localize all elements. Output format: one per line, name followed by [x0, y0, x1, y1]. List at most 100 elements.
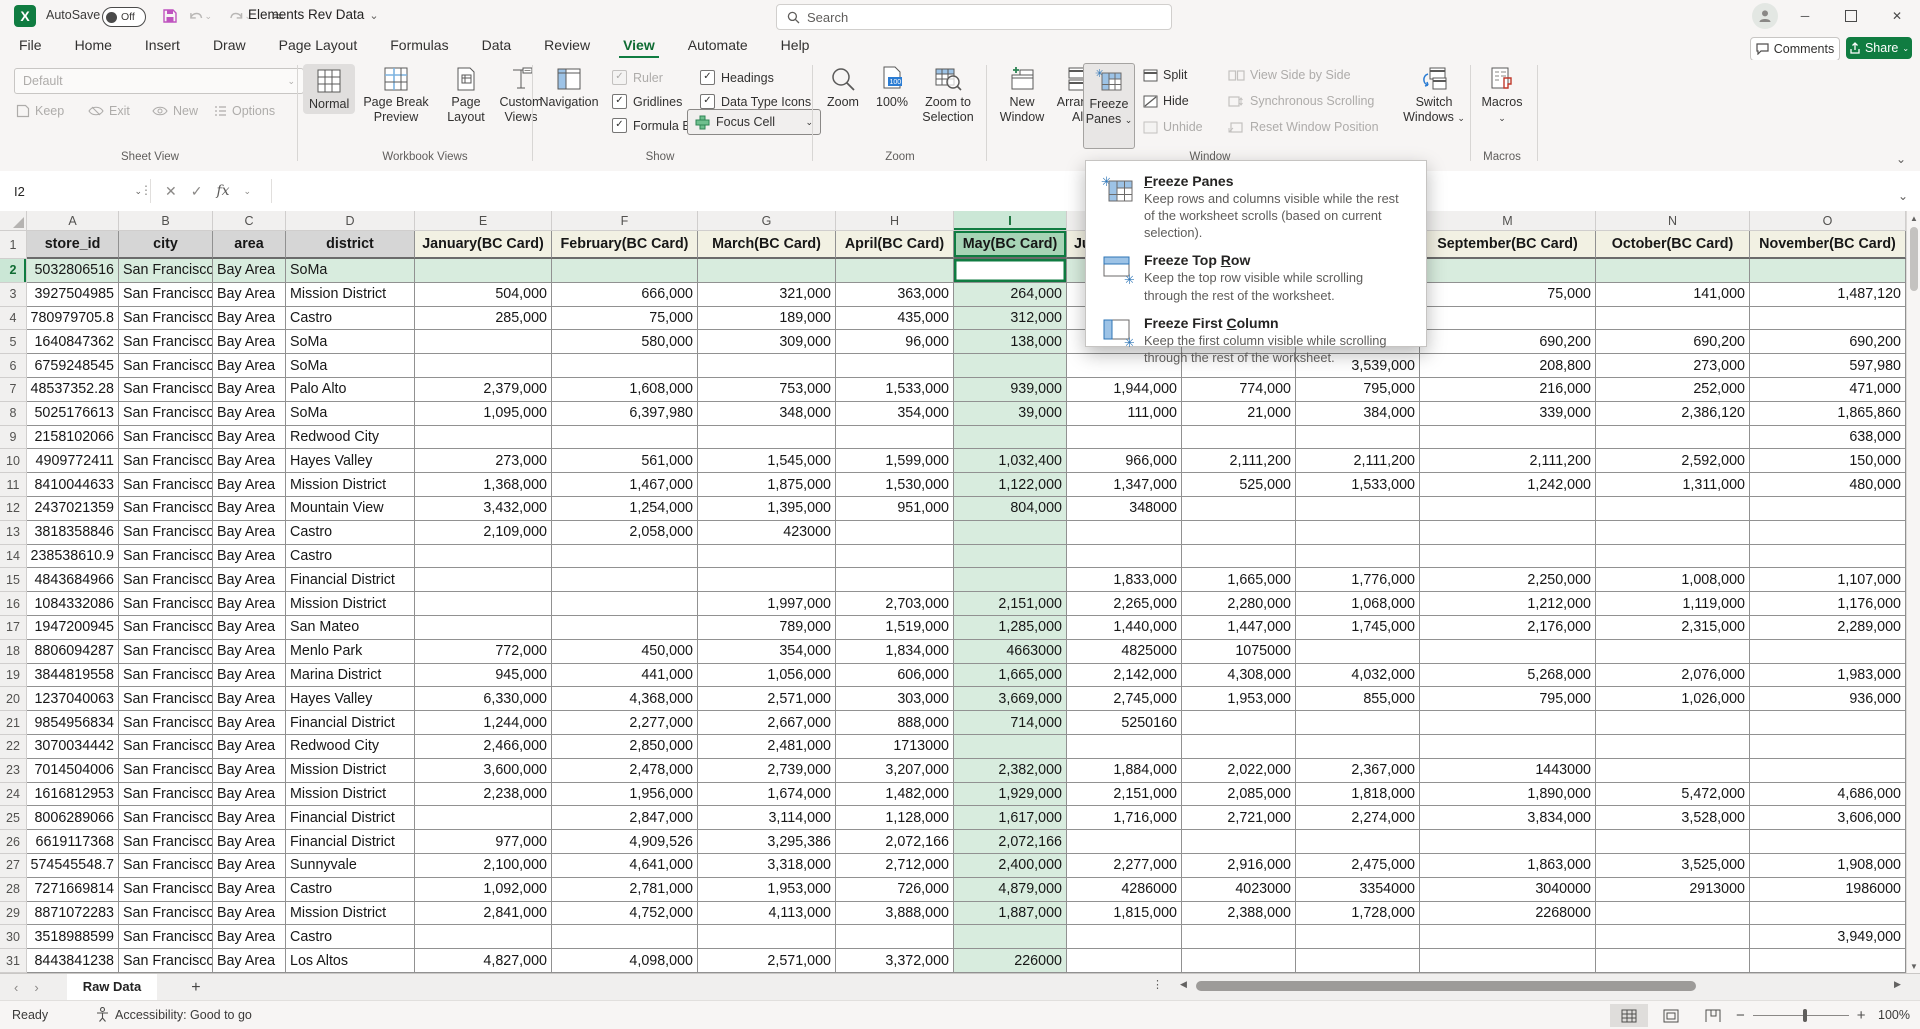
cell[interactable]: 1,482,000	[836, 783, 954, 807]
cell[interactable]: 1,368,000	[415, 473, 552, 497]
cell[interactable]: Bay Area	[213, 806, 286, 830]
cell[interactable]: 3,207,000	[836, 759, 954, 783]
cell[interactable]: Mission District	[286, 783, 415, 807]
row-number[interactable]: 14	[0, 545, 27, 569]
cell[interactable]: 2,238,000	[415, 783, 552, 807]
cell[interactable]: 2,022,000	[1182, 759, 1296, 783]
cell[interactable]	[552, 568, 698, 592]
cell[interactable]: 2,379,000	[415, 378, 552, 402]
row-number[interactable]: 25	[0, 806, 27, 830]
cell[interactable]: 1,863,000	[1420, 854, 1596, 878]
view-side-by-side-button[interactable]: View Side by Side	[1228, 68, 1351, 82]
cell[interactable]: 1,107,000	[1750, 568, 1906, 592]
tab-view[interactable]: View	[621, 34, 657, 58]
cell[interactable]: 441,000	[552, 664, 698, 688]
cell[interactable]	[1067, 545, 1182, 569]
tab-page-layout[interactable]: Page Layout	[277, 34, 360, 58]
cell[interactable]	[1182, 925, 1296, 949]
cell[interactable]: 1,617,000	[954, 806, 1067, 830]
cell[interactable]: Castro	[286, 545, 415, 569]
chevron-down-icon[interactable]: ⌄	[244, 186, 252, 197]
cell[interactable]: 2,277,000	[1067, 854, 1182, 878]
tab-help[interactable]: Help	[779, 34, 812, 58]
cell[interactable]	[1750, 545, 1906, 569]
cell[interactable]: San Francisco	[119, 830, 213, 854]
cell[interactable]: 1,032,400	[954, 449, 1067, 473]
formula-input[interactable]	[270, 179, 1870, 203]
headings-checkbox[interactable]: ✓ Headings	[700, 70, 774, 85]
row-number[interactable]: 12	[0, 497, 27, 521]
cell[interactable]: 1,395,000	[698, 497, 836, 521]
cell[interactable]: 753,000	[698, 378, 836, 402]
row-number[interactable]: 2	[0, 259, 27, 283]
sheet-view-dropdown[interactable]: Default ⌄	[14, 68, 304, 94]
cell[interactable]: Bay Area	[213, 878, 286, 902]
cell[interactable]: Palo Alto	[286, 378, 415, 402]
cell[interactable]: Bay Area	[213, 616, 286, 640]
cell[interactable]: San Francisco	[119, 449, 213, 473]
zoom-slider[interactable]	[1753, 1015, 1849, 1016]
status-page-layout-button[interactable]	[1652, 1004, 1690, 1027]
cell[interactable]: 3,669,000	[954, 687, 1067, 711]
cell[interactable]: Bay Area	[213, 426, 286, 450]
cell[interactable]	[1182, 545, 1296, 569]
cell[interactable]: 951,000	[836, 497, 954, 521]
zoom-percentage[interactable]: 100%	[1878, 1008, 1910, 1022]
cell[interactable]: 2,072,166	[836, 830, 954, 854]
synchronous-scrolling-button[interactable]: Synchronous Scrolling	[1228, 94, 1374, 108]
cell[interactable]: 772,000	[415, 640, 552, 664]
cell[interactable]: 2,289,000	[1750, 616, 1906, 640]
cell[interactable]: 4,032,000	[1296, 664, 1420, 688]
cell[interactable]: 309,000	[698, 330, 836, 354]
cell[interactable]: 1,944,000	[1067, 378, 1182, 402]
cell[interactable]: 1,884,000	[1067, 759, 1182, 783]
cell[interactable]: Bay Area	[213, 592, 286, 616]
header-cell[interactable]: October(BC Card)	[1596, 231, 1750, 259]
cancel-icon[interactable]: ✕	[165, 183, 177, 200]
cell[interactable]: 2,076,000	[1596, 664, 1750, 688]
cell[interactable]: 5032806516	[27, 259, 119, 283]
cell[interactable]: 1,818,000	[1296, 783, 1420, 807]
cell[interactable]: 2,739,000	[698, 759, 836, 783]
cell[interactable]: 774,000	[1182, 378, 1296, 402]
cell[interactable]: 2,085,000	[1182, 783, 1296, 807]
cell[interactable]	[1182, 497, 1296, 521]
cell[interactable]: Bay Area	[213, 402, 286, 426]
cell[interactable]: 1237040063	[27, 687, 119, 711]
cell[interactable]: San Francisco	[119, 330, 213, 354]
cell[interactable]: 1,122,000	[954, 473, 1067, 497]
cell[interactable]	[1420, 735, 1596, 759]
cell[interactable]: 1,833,000	[1067, 568, 1182, 592]
cell[interactable]: 8871072283	[27, 902, 119, 926]
row-number[interactable]: 29	[0, 902, 27, 926]
cell[interactable]: Bay Area	[213, 568, 286, 592]
cell[interactable]: 2,109,000	[415, 521, 552, 545]
cell[interactable]: San Francisco	[119, 354, 213, 378]
cell[interactable]	[1420, 830, 1596, 854]
cell[interactable]: 2,382,000	[954, 759, 1067, 783]
cell[interactable]	[954, 735, 1067, 759]
cell[interactable]	[1296, 735, 1420, 759]
zoom-button[interactable]: Zoom	[820, 66, 866, 110]
cell[interactable]	[1182, 711, 1296, 735]
cell[interactable]: 2,703,000	[836, 592, 954, 616]
cell[interactable]: San Mateo	[286, 616, 415, 640]
cell[interactable]: 1,487,120	[1750, 283, 1906, 307]
cell[interactable]: 1,095,000	[415, 402, 552, 426]
cell[interactable]: 525,000	[1182, 473, 1296, 497]
cell[interactable]: 1,519,000	[836, 616, 954, 640]
cell[interactable]: 2,400,000	[954, 854, 1067, 878]
cell[interactable]	[954, 354, 1067, 378]
cell[interactable]: Castro	[286, 521, 415, 545]
hide-button[interactable]: Hide	[1143, 94, 1189, 108]
cell[interactable]: 690,200	[1420, 330, 1596, 354]
cell[interactable]: 1616812953	[27, 783, 119, 807]
cell[interactable]	[836, 545, 954, 569]
collapse-ribbon-button[interactable]: ⌄	[1896, 152, 1906, 166]
header-cell[interactable]: city	[119, 231, 213, 259]
cell[interactable]: 1,953,000	[698, 878, 836, 902]
cell[interactable]: 1,092,000	[415, 878, 552, 902]
cell[interactable]	[1420, 521, 1596, 545]
reset-window-position-button[interactable]: Reset Window Position	[1228, 120, 1379, 134]
cell[interactable]	[1420, 497, 1596, 521]
